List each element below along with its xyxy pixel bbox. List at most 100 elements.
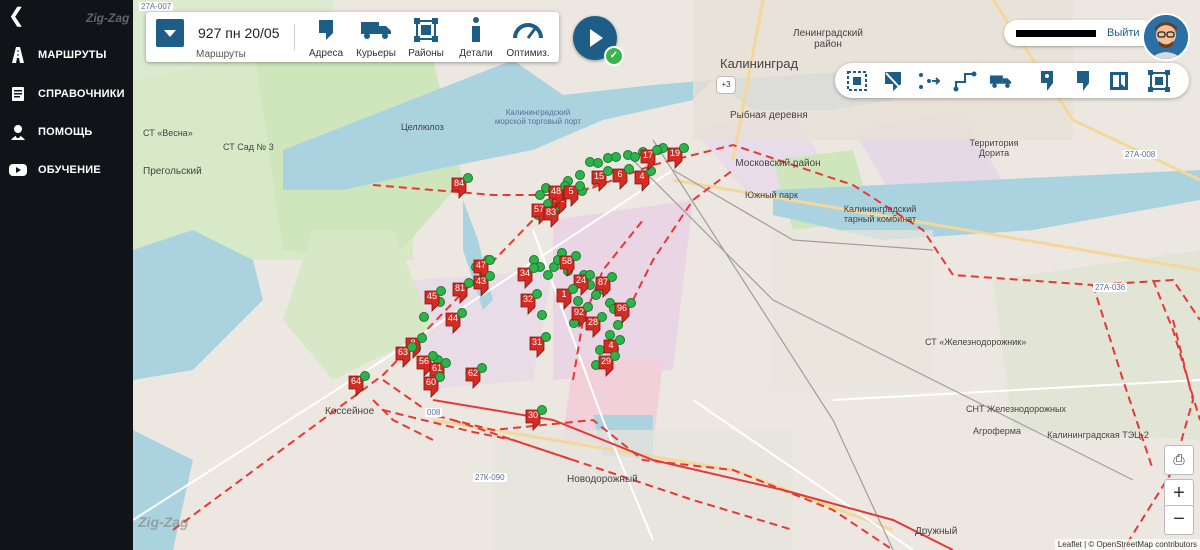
label-place: Целлюлоз — [401, 122, 444, 132]
marker-dot — [529, 263, 539, 273]
address-marker[interactable]: 6 — [612, 164, 634, 190]
route-select-caption: Маршруты — [196, 49, 246, 60]
address-marker[interactable]: 45 — [424, 286, 446, 312]
tool-label: Районы — [408, 48, 444, 59]
avatar[interactable] — [1142, 13, 1190, 61]
marker-dot[interactable] — [593, 158, 603, 168]
print-button[interactable]: ⎙ — [1164, 445, 1194, 475]
tool-details[interactable]: Детали — [452, 17, 500, 59]
marker-dot — [652, 145, 662, 155]
route-select-value[interactable]: 927 пн 20/05 — [198, 25, 279, 41]
marker-dot — [436, 286, 446, 296]
marker-dot[interactable] — [419, 312, 429, 322]
map-layer-icon[interactable] — [1107, 69, 1131, 93]
address-marker[interactable]: 44 — [445, 308, 467, 334]
marker-dot — [571, 251, 581, 261]
address-marker[interactable]: 60 — [423, 372, 445, 398]
label-city: Калининград — [720, 56, 799, 71]
marker-dot — [541, 332, 551, 342]
tool-label: Оптимиз. — [506, 48, 550, 59]
address-marker[interactable]: 96 — [614, 298, 636, 324]
label-road: 27К-090 — [473, 473, 507, 482]
sidebar: ❮ Zig-Zag МАРШРУТЫ СПРАВОЧНИКИ ПОМОЩЬ ОБ… — [0, 0, 133, 550]
address-marker[interactable]: 30 — [525, 405, 547, 431]
address-marker[interactable]: 31 — [529, 332, 551, 358]
tool-label: Адреса — [308, 48, 344, 59]
sidebar-item-help[interactable]: ПОМОЩЬ — [8, 121, 93, 143]
marker-dot — [615, 335, 625, 345]
help-icon — [8, 122, 28, 142]
sidebar-item-directories[interactable]: СПРАВОЧНИКИ — [8, 83, 125, 105]
address-marker[interactable]: 28 — [585, 312, 607, 338]
marker-dot[interactable] — [575, 170, 585, 180]
tool-couriers[interactable]: Курьеры — [352, 18, 400, 59]
marker-dot — [417, 333, 427, 343]
label-place: СТ Сад № 3 — [223, 142, 274, 152]
marker-dot — [607, 272, 617, 282]
address-marker[interactable]: 19 — [667, 143, 689, 169]
marker-dot[interactable] — [611, 152, 621, 162]
marker-icon — [302, 18, 350, 42]
address-marker[interactable]: 15 — [591, 166, 613, 192]
marker-dot — [485, 255, 495, 265]
logout-link[interactable]: Выйти — [1107, 27, 1140, 39]
address-marker[interactable]: 17 — [640, 145, 662, 171]
marker-dot — [626, 298, 636, 308]
address-marker[interactable]: 1 — [556, 284, 578, 310]
sidebar-item-label: ОБУЧЕНИЕ — [38, 164, 101, 176]
address-marker[interactable]: 29 — [598, 351, 620, 377]
no-parking-icon[interactable] — [881, 69, 905, 93]
address-marker[interactable]: 87 — [595, 272, 617, 298]
label-road: 008 — [425, 408, 443, 417]
address-marker[interactable]: 63 — [395, 342, 417, 368]
brand-watermark: Zig-Zag — [138, 514, 189, 530]
marker-dot — [585, 270, 595, 280]
marker-dot — [597, 312, 607, 322]
route-points-icon[interactable] — [917, 69, 941, 93]
label-place: Новодорожный — [567, 474, 638, 485]
pin-icon[interactable] — [1035, 69, 1059, 93]
courier-icon[interactable] — [989, 69, 1013, 93]
address-marker[interactable]: 32 — [520, 289, 542, 315]
map-attribution: Leaflet | © OpenStreetMap contributors — [1054, 539, 1200, 550]
address-marker[interactable]: 43 — [473, 271, 495, 297]
address-marker[interactable]: 84 — [451, 173, 473, 199]
tool-optimize[interactable]: Оптимиз. — [504, 18, 552, 59]
label-place: СНТ Железнодорожных — [966, 404, 1066, 414]
address-marker[interactable]: 58 — [559, 251, 581, 277]
tool-addresses[interactable]: Адреса — [302, 18, 350, 59]
route-icon — [8, 45, 28, 65]
label-place: Южный парк — [745, 190, 798, 200]
fit-bounds-icon[interactable] — [1147, 69, 1171, 93]
chevron-left-icon[interactable]: ❮ — [8, 6, 25, 26]
address-marker[interactable]: 64 — [348, 371, 370, 397]
route-dropdown-button[interactable] — [156, 19, 184, 47]
marker-dot[interactable] — [537, 310, 547, 320]
cluster-badge[interactable]: +3 — [716, 76, 736, 94]
divider — [294, 24, 295, 50]
marker-dot[interactable] — [573, 296, 583, 306]
check-icon: ✓ — [604, 46, 624, 66]
sidebar-item-routes[interactable]: МАРШРУТЫ — [8, 44, 107, 66]
label-place: Агроферма — [973, 426, 1021, 436]
label-place: Прегольский — [143, 166, 202, 177]
sidebar-item-training[interactable]: ОБУЧЕНИЕ — [8, 159, 101, 181]
marker-dot[interactable] — [535, 190, 545, 200]
address-marker[interactable]: 34 — [517, 263, 539, 289]
address-marker[interactable]: 62 — [465, 363, 487, 389]
address-marker[interactable]: 4 — [634, 166, 656, 192]
select-area-icon[interactable] — [845, 69, 869, 93]
info-icon — [452, 17, 500, 42]
route-steps-icon[interactable] — [953, 69, 977, 93]
label-road: 27А-036 — [1093, 283, 1128, 292]
address-marker[interactable]: 81 — [452, 278, 474, 304]
marker-dot — [485, 271, 495, 281]
address-marker[interactable]: 48 — [548, 181, 570, 207]
zoom-out-button[interactable]: − — [1164, 505, 1194, 535]
tool-areas[interactable]: Районы — [402, 18, 450, 59]
marker-dot — [610, 351, 620, 361]
map-tools-bar — [835, 63, 1189, 98]
flag-icon[interactable] — [1071, 69, 1095, 93]
marker-dot — [568, 284, 578, 294]
address-marker[interactable]: 5 — [563, 181, 585, 207]
